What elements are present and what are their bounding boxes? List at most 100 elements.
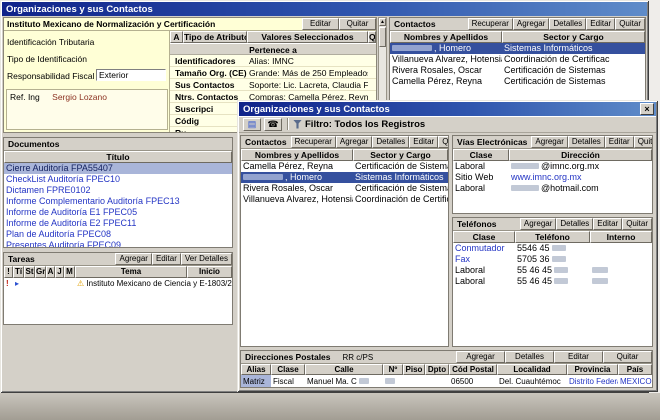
address-column-header[interactable]: Piso: [403, 364, 425, 375]
emails-action-button[interactable]: Agregar: [531, 136, 567, 148]
phones-action-button[interactable]: Quitar: [622, 218, 652, 230]
scroll-up-icon[interactable]: ▲: [379, 18, 386, 26]
back-window-titlebar[interactable]: Organizaciones y sus Contactos: [2, 2, 647, 16]
email-row[interactable]: Laboral @hotmail.com: [453, 183, 652, 194]
contacts-action-button[interactable]: Recuperar: [291, 136, 336, 148]
task-column-header[interactable]: A: [46, 266, 55, 278]
attr-column-header[interactable]: Valores Seleccionados: [247, 31, 368, 43]
address-column-header[interactable]: Provincia: [567, 364, 618, 375]
emails-action-button[interactable]: Editar: [605, 136, 634, 148]
contacts-action-button[interactable]: Editar: [409, 136, 438, 148]
col-header-interno[interactable]: Interno: [590, 231, 652, 243]
phone-toolbar-button[interactable]: ☎: [264, 118, 282, 131]
document-row[interactable]: Informe Complementario Auditoría FPEC13: [4, 196, 232, 207]
close-button[interactable]: ×: [640, 103, 654, 115]
contacts-action-button[interactable]: Editar: [586, 18, 615, 30]
address-column-header[interactable]: Alias: [241, 364, 271, 375]
attr-column-header[interactable]: Q: [368, 31, 376, 43]
task-column-header[interactable]: Tí: [13, 266, 24, 278]
col-header-clase[interactable]: Clase: [453, 231, 515, 243]
contacts-action-button[interactable]: Detalles: [549, 18, 586, 30]
address-column-header[interactable]: País: [618, 364, 652, 375]
addresses-action-button[interactable]: Detalles: [505, 351, 554, 363]
tasks-action-button[interactable]: Editar: [152, 253, 181, 265]
col-header-names[interactable]: Nombres y Apellidos: [390, 31, 502, 43]
document-row[interactable]: Dictamen FPRE0102: [4, 185, 232, 196]
contacts-cards-toolbar-button[interactable]: ▤: [243, 118, 261, 131]
task-row[interactable]: ! ▸ ⚠ Instituto Mexicano de Ciencia y E-…: [4, 278, 232, 290]
phone-row[interactable]: Laboral 55 46 45: [453, 276, 652, 287]
contacts-action-button[interactable]: Detalles: [372, 136, 409, 148]
email-row[interactable]: Sitio Web www.imnc.org.mx: [453, 172, 652, 183]
contact-row[interactable]: , Homero Sistemas Informáticos: [241, 172, 448, 183]
contact-row[interactable]: Camella Pérez, Reyna Certificación de Si…: [390, 76, 645, 87]
reference-box[interactable]: Ref. Ing Sergio Lozano: [6, 89, 168, 130]
contacts-action-button[interactable]: Recuperar: [468, 18, 513, 30]
contact-row[interactable]: , Homero Sistemas Informáticos: [390, 43, 645, 54]
responsabilidad-fiscal-input[interactable]: Exterior: [96, 69, 166, 81]
attr-section-row[interactable]: Pertenece a: [170, 43, 376, 55]
task-column-header[interactable]: St: [24, 266, 35, 278]
task-column-header[interactable]: M: [64, 266, 75, 278]
emails-action-button[interactable]: Detalles: [568, 136, 605, 148]
task-column-header[interactable]: Tema: [75, 266, 187, 278]
address-column-header[interactable]: Cód Postal: [449, 364, 497, 375]
contacts-action-button[interactable]: Quitar: [438, 136, 449, 148]
contact-row[interactable]: Camella Pérez, Reyna Certificación de Si…: [241, 161, 448, 172]
phone-row[interactable]: Laboral 55 46 45: [453, 265, 652, 276]
contacts-action-button[interactable]: Quitar: [615, 18, 645, 30]
attr-column-header[interactable]: Tipo de Atributo: [183, 31, 247, 43]
emails-title: Vías Electrónicas: [453, 136, 531, 148]
addresses-action-button[interactable]: Agregar: [456, 351, 505, 363]
phones-action-button[interactable]: Agregar: [520, 218, 556, 230]
phones-action-button[interactable]: Editar: [593, 218, 622, 230]
organization-action-button[interactable]: Quitar: [339, 18, 376, 30]
task-column-header[interactable]: Gr: [35, 266, 46, 278]
document-row[interactable]: Cierre Auditoría FPA55407: [4, 163, 232, 174]
addresses-action-button[interactable]: Editar: [554, 351, 603, 363]
contact-row[interactable]: Rivera Rosales, Oscar Certificación de S…: [390, 65, 645, 76]
address-column-header[interactable]: Dpto: [425, 364, 449, 375]
address-column-header[interactable]: Localidad: [497, 364, 567, 375]
address-column-header[interactable]: Nº: [383, 364, 403, 375]
contact-row[interactable]: Villanueva Alvarez, Hotensia Coordinació…: [241, 194, 448, 205]
document-row[interactable]: Plan de Auditoría FPEC08: [4, 229, 232, 240]
address-column-header[interactable]: Calle: [305, 364, 383, 375]
filter-label[interactable]: Filtro: Todos los Registros: [305, 119, 425, 130]
task-column-header[interactable]: !: [4, 266, 13, 278]
col-header-titulo[interactable]: Título: [4, 151, 232, 163]
scrollbar-thumb[interactable]: [379, 27, 386, 47]
attribute-row[interactable]: Identificadores Alias: IMNC: [170, 55, 376, 67]
col-header-direccion[interactable]: Dirección: [509, 149, 652, 161]
email-row[interactable]: Laboral @imnc.org.mx: [453, 161, 652, 172]
tasks-action-button[interactable]: Agregar: [115, 253, 151, 265]
address-column-header[interactable]: Clase: [271, 364, 305, 375]
contacts-action-button[interactable]: Agregar: [336, 136, 372, 148]
organization-action-button[interactable]: Editar: [302, 18, 339, 30]
address-row[interactable]: Matriz Fiscal Manuel Ma. C 06500 Del. Cu…: [241, 375, 652, 388]
attribute-row[interactable]: Sus Contactos Soporte: Lic. Lacreta, Cla…: [170, 79, 376, 91]
document-row[interactable]: Informe de Auditoría E2 FPEC11: [4, 218, 232, 229]
document-row[interactable]: Informe de Auditoría E1 FPEC05: [4, 207, 232, 218]
front-window-titlebar[interactable]: Organizaciones y sus Contactos ×: [239, 102, 656, 116]
col-header-telefono[interactable]: Teléfono: [515, 231, 590, 243]
contact-row[interactable]: Villanueva Alvarez, Hotensia Coordinació…: [390, 54, 645, 65]
col-header-sector[interactable]: Sector y Cargo: [353, 149, 448, 161]
phone-row[interactable]: Fax 5705 36: [453, 254, 652, 265]
contacts-action-button[interactable]: Agregar: [513, 18, 549, 30]
phones-action-button[interactable]: Detalles: [556, 218, 593, 230]
document-row[interactable]: CheckList Auditoría FPEC10: [4, 174, 232, 185]
tasks-action-button[interactable]: Ver Detalles: [181, 253, 232, 265]
addresses-action-button[interactable]: Quitar: [603, 351, 652, 363]
task-column-header[interactable]: J: [55, 266, 64, 278]
col-header-sector[interactable]: Sector y Cargo: [502, 31, 645, 43]
emails-action-button[interactable]: Quitar: [634, 136, 653, 148]
task-column-header[interactable]: Inicio: [187, 266, 232, 278]
col-header-names[interactable]: Nombres y Apellidos: [241, 149, 353, 161]
col-header-clase[interactable]: Clase: [453, 149, 509, 161]
phone-row[interactable]: Conmutador 5546 45: [453, 243, 652, 254]
attr-column-header[interactable]: A: [170, 31, 183, 43]
contact-row[interactable]: Rivera Rosales, Oscar Certificación de S…: [241, 183, 448, 194]
document-row[interactable]: Presentes Auditoría FPEC09: [4, 240, 232, 248]
attribute-row[interactable]: Tamaño Org. (CE) Grande: Más de 250 Empl…: [170, 67, 376, 79]
